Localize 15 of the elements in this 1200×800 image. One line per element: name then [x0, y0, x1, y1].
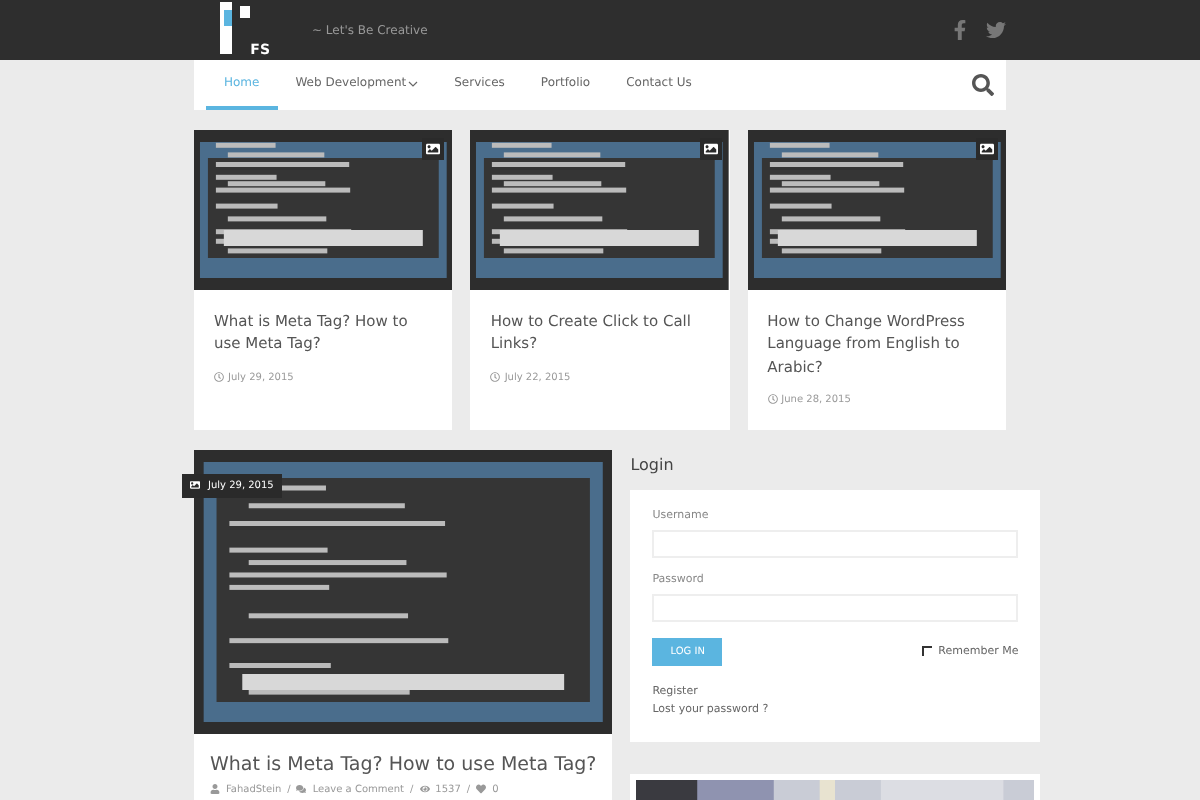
image-icon	[975, 138, 998, 160]
widget-title: Login	[630, 453, 676, 478]
comments-icon	[296, 784, 307, 795]
twitter-icon[interactable]	[986, 20, 1006, 40]
clock-icon	[767, 394, 778, 405]
image-icon	[422, 138, 445, 160]
eye-icon	[419, 784, 430, 795]
image-icon	[699, 138, 722, 160]
user-icon	[210, 784, 220, 795]
post-title[interactable]: What is Meta Tag? How to use Meta Tag?	[194, 733, 613, 780]
facebook-icon[interactable]	[950, 20, 970, 40]
remember-checkbox[interactable]	[922, 646, 933, 657]
clock-icon	[214, 372, 224, 382]
clock-icon	[490, 372, 501, 382]
heart-icon	[476, 784, 487, 795]
